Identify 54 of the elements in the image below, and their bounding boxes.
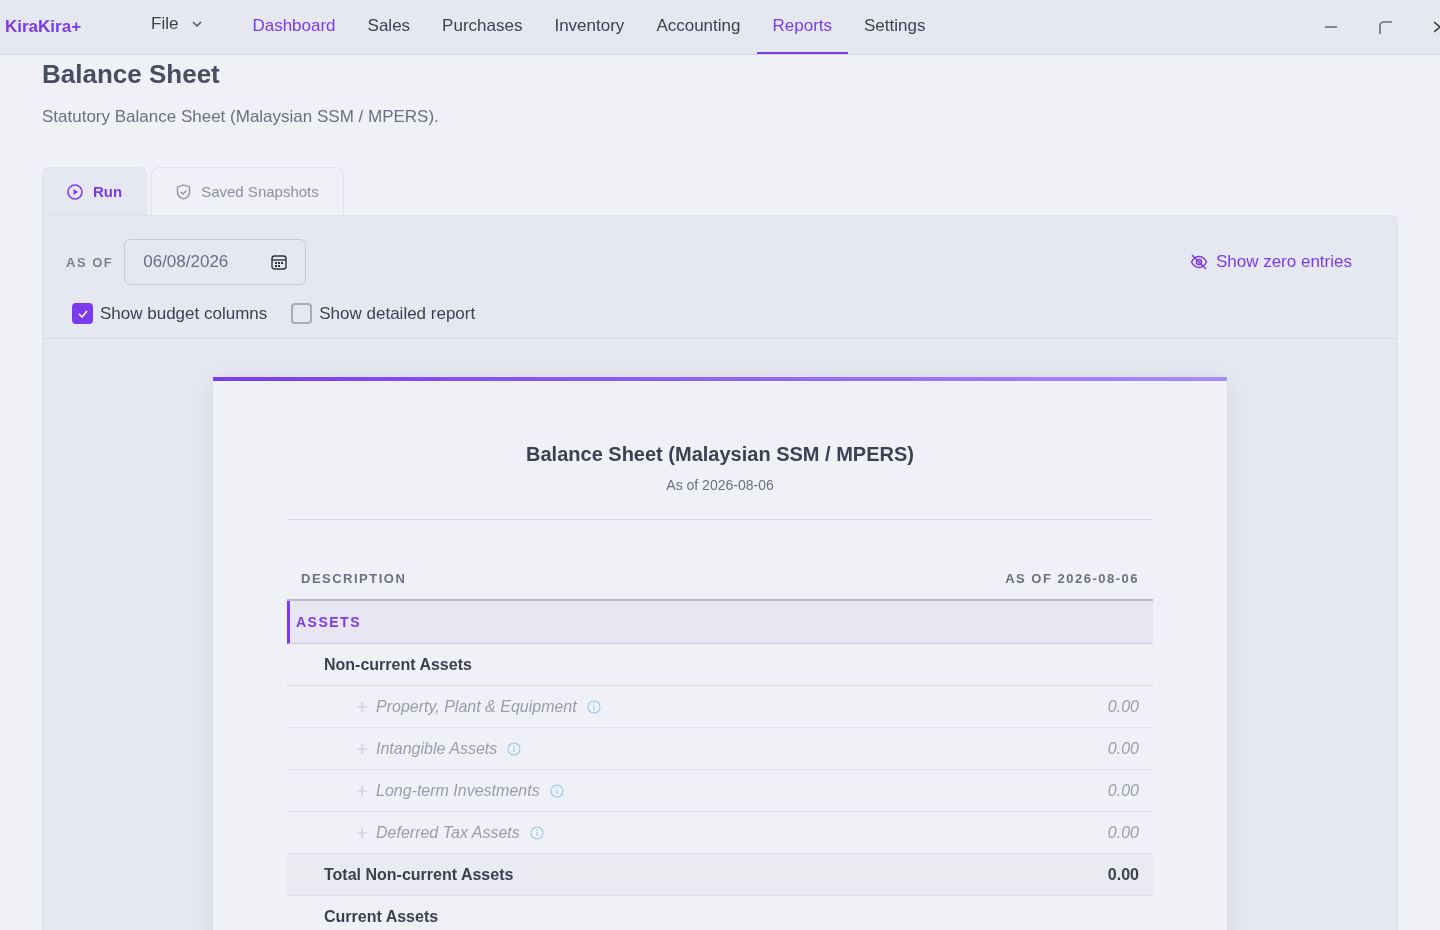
nav-tab[interactable]: Reports — [756, 0, 849, 54]
minimize-icon[interactable] — [1325, 26, 1337, 28]
nav-tab[interactable]: Sales — [351, 0, 427, 54]
column-header: DESCRIPTION — [301, 571, 407, 586]
play-icon — [67, 183, 83, 200]
expand-icon[interactable] — [357, 701, 367, 712]
amount-cell: 0.00 — [1107, 697, 1139, 716]
page-title: Balance Sheet — [42, 59, 221, 89]
total-label: Total Non-current Assets — [324, 865, 514, 884]
show-zero-entries-button[interactable]: Show zero entries — [1183, 251, 1358, 273]
amount-cell: 0.00 — [1107, 739, 1139, 758]
account-label[interactable]: Intangible Assets — [376, 739, 498, 758]
checkbox[interactable] — [72, 303, 93, 324]
shield-check-icon — [176, 183, 192, 200]
checkbox-option[interactable]: Show detailed report — [291, 303, 476, 324]
nav-tab[interactable]: Settings — [848, 0, 942, 54]
info-icon[interactable] — [586, 699, 601, 714]
calendar-icon[interactable] — [271, 254, 288, 270]
nav-tab[interactable]: Dashboard — [236, 0, 352, 54]
date-field[interactable]: 06/08/2026 — [124, 239, 307, 285]
caret-icon — [192, 21, 203, 27]
expand-icon[interactable] — [357, 743, 367, 754]
group-label: Current Assets — [324, 907, 439, 926]
app-logo: KiraKira+ — [5, 17, 83, 37]
group-label: Non-current Assets — [324, 655, 472, 674]
column-header: AS OF 2026-08-06 — [1005, 571, 1139, 586]
amount-cell: 0.00 — [1107, 781, 1139, 800]
expand-icon[interactable] — [357, 785, 367, 796]
report-title: Balance Sheet (Malaysian SSM / MPERS) — [525, 443, 915, 466]
nav-tab[interactable]: Accounting — [640, 0, 757, 54]
report-tab[interactable]: Saved Snapshots — [151, 167, 344, 215]
restore-icon[interactable] — [1379, 20, 1392, 34]
info-icon[interactable] — [529, 825, 544, 840]
nav-tab[interactable]: Inventory — [538, 0, 641, 54]
amount-cell: 0.00 — [1107, 823, 1139, 842]
checkbox-option[interactable]: Show budget columns — [72, 303, 268, 324]
page-subtitle: Statutory Balance Sheet (Malaysian SSM / MPERS). — [42, 107, 440, 127]
account-label[interactable]: Deferred Tax Assets — [376, 823, 520, 842]
total-amount: 0.00 — [1107, 865, 1139, 884]
report-tab[interactable]: Run — [42, 167, 148, 215]
as-of-label: AS OF — [66, 254, 114, 270]
expand-icon[interactable] — [357, 827, 367, 838]
file-menu[interactable]: File — [135, 0, 219, 54]
report-date: As of 2026-08-06 — [665, 477, 775, 493]
info-icon[interactable] — [549, 783, 564, 798]
nav-tab[interactable]: Purchases — [426, 0, 539, 54]
account-label[interactable]: Property, Plant & Equipment — [376, 697, 577, 716]
checkbox[interactable] — [291, 303, 313, 324]
eye-off-icon — [1189, 253, 1208, 271]
account-label[interactable]: Long-term Investments — [376, 781, 540, 800]
checkmark-icon — [77, 309, 88, 318]
section-header: ASSETS — [287, 601, 1153, 644]
info-icon[interactable] — [507, 741, 522, 756]
close-icon[interactable] — [1434, 21, 1440, 33]
